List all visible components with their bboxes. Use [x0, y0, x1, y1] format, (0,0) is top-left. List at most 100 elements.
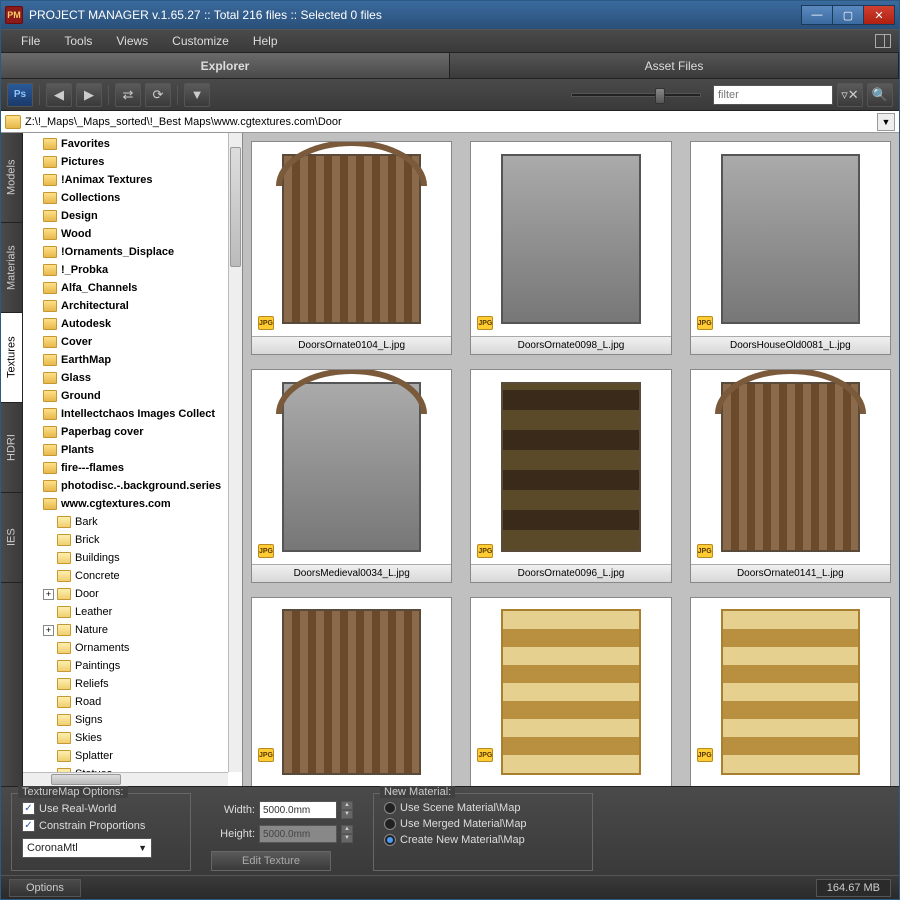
tree-item[interactable]: Intellectchaos Images Collect [27, 405, 228, 423]
tree-item[interactable]: Splatter [27, 747, 228, 765]
thumbnail-item[interactable]: JPGDoorsOrnate0104_L.jpg [251, 141, 452, 355]
tree-item[interactable]: Leather [27, 603, 228, 621]
filter-input[interactable] [713, 85, 833, 105]
expand-icon[interactable]: ⇄ [115, 83, 141, 107]
folder-tree: FavoritesPictures!Animax TexturesCollect… [23, 133, 243, 786]
tree-item[interactable]: !Animax Textures [27, 171, 228, 189]
tree-item[interactable]: Pictures [27, 153, 228, 171]
tree-item[interactable]: Ornaments [27, 639, 228, 657]
tree-item[interactable]: Cover [27, 333, 228, 351]
tab-asset-files[interactable]: Asset Files [450, 53, 899, 78]
photoshop-button[interactable]: Ps [7, 83, 33, 107]
tree-item[interactable]: Road [27, 693, 228, 711]
expand-icon[interactable]: + [43, 625, 54, 636]
tree-item[interactable]: Favorites [27, 135, 228, 153]
tree-item[interactable]: photodisc.-.background.series [27, 477, 228, 495]
tree-item[interactable]: Paintings [27, 657, 228, 675]
tree-item[interactable]: +Door [27, 585, 228, 603]
path-dropdown-icon[interactable]: ▼ [877, 113, 895, 131]
minimize-button[interactable]: — [801, 5, 833, 25]
filter-funnel-icon[interactable]: ▼ [184, 83, 210, 107]
constrain-proportions-checkbox[interactable]: ✓ [22, 819, 35, 832]
thumbnail-image [471, 598, 670, 786]
side-tab-textures[interactable]: Textures [1, 313, 22, 403]
folder-icon [43, 480, 57, 492]
edit-texture-button[interactable]: Edit Texture [211, 851, 331, 871]
back-button[interactable]: ◀ [46, 83, 72, 107]
menu-customize[interactable]: Customize [160, 32, 241, 50]
tree-item[interactable]: !Ornaments_Displace [27, 243, 228, 261]
tree-item[interactable]: Concrete [27, 567, 228, 585]
side-tab-materials[interactable]: Materials [1, 223, 22, 313]
menu-views[interactable]: Views [104, 32, 160, 50]
use-real-world-checkbox[interactable]: ✓ [22, 802, 35, 815]
panel-toggle-icon[interactable] [875, 34, 891, 48]
texturemap-legend: TextureMap Options: [18, 786, 128, 798]
thumbnail-item[interactable]: JPGDoorsOrnate0098_L.jpg [470, 141, 671, 355]
tree-item[interactable]: Plants [27, 441, 228, 459]
use-scene-radio[interactable] [384, 802, 396, 814]
tree-item[interactable]: !_Probka [27, 261, 228, 279]
thumbnail-item[interactable]: JPG [690, 597, 891, 786]
side-tab-hdri[interactable]: HDRI [1, 403, 22, 493]
tree-item[interactable]: Reliefs [27, 675, 228, 693]
tree-item[interactable]: Ground [27, 387, 228, 405]
side-tab-models[interactable]: Models [1, 133, 22, 223]
thumbnail-item[interactable]: JPGDoorsHouseOld0081_L.jpg [690, 141, 891, 355]
tree-item[interactable]: Design [27, 207, 228, 225]
tree-item[interactable]: Skies [27, 729, 228, 747]
thumbnail-size-slider[interactable] [571, 93, 701, 97]
tree-item[interactable]: EarthMap [27, 351, 228, 369]
forward-button[interactable]: ▶ [76, 83, 102, 107]
thumbnail-item[interactable]: JPG [251, 597, 452, 786]
tree-item[interactable]: +Nature [27, 621, 228, 639]
tree-item[interactable]: fire---flames [27, 459, 228, 477]
tree-item[interactable]: Autodesk [27, 315, 228, 333]
options-button[interactable]: Options [9, 879, 81, 897]
tree-item[interactable]: Buildings [27, 549, 228, 567]
titlebar: PM PROJECT MANAGER v.1.65.27 :: Total 21… [1, 1, 899, 29]
close-button[interactable]: ✕ [863, 5, 895, 25]
maximize-button[interactable]: ▢ [832, 5, 864, 25]
refresh-button[interactable]: ⟳ [145, 83, 171, 107]
tree-item[interactable]: Brick [27, 531, 228, 549]
jpg-badge-icon: JPG [477, 748, 493, 762]
search-icon[interactable]: 🔍 [867, 83, 893, 107]
tab-explorer[interactable]: Explorer [1, 53, 450, 78]
tree-item[interactable]: Wood [27, 225, 228, 243]
side-tab-ies[interactable]: IES [1, 493, 22, 583]
menu-file[interactable]: File [9, 32, 52, 50]
tree-item[interactable]: Signs [27, 711, 228, 729]
width-input[interactable] [259, 801, 337, 819]
use-merged-radio[interactable] [384, 818, 396, 830]
height-input[interactable] [259, 825, 337, 843]
material-type-combo[interactable]: CoronaMtl▼ [22, 838, 152, 858]
tree-item[interactable]: Bark [27, 513, 228, 531]
tree-item[interactable]: Collections [27, 189, 228, 207]
thumbnail-item[interactable]: JPGDoorsOrnate0096_L.jpg [470, 369, 671, 583]
pathbar: Z:\!_Maps\_Maps_sorted\!_Best Maps\www.c… [1, 111, 899, 133]
tree-vscrollbar[interactable] [228, 133, 242, 772]
expand-icon[interactable]: + [43, 589, 54, 600]
thumbnail-item[interactable]: JPGDoorsOrnate0141_L.jpg [690, 369, 891, 583]
window-title: PROJECT MANAGER v.1.65.27 :: Total 216 f… [29, 8, 802, 22]
tree-item[interactable]: Glass [27, 369, 228, 387]
filter-clear-icon[interactable]: ▿✕ [837, 83, 863, 107]
tree-item[interactable]: www.cgtextures.com [27, 495, 228, 513]
thumbnail-item[interactable]: JPGDoorsMedieval0034_L.jpg [251, 369, 452, 583]
width-spinner[interactable]: ▲▼ [341, 801, 353, 819]
menu-tools[interactable]: Tools [52, 32, 104, 50]
tree-hscrollbar[interactable] [23, 772, 228, 786]
menu-help[interactable]: Help [241, 32, 290, 50]
tree-item[interactable]: Paperbag cover [27, 423, 228, 441]
jpg-badge-icon: JPG [477, 544, 493, 558]
folder-icon [5, 115, 21, 129]
height-spinner[interactable]: ▲▼ [341, 825, 353, 843]
tree-item[interactable]: Alfa_Channels [27, 279, 228, 297]
create-new-radio[interactable] [384, 834, 396, 846]
thumbnail-item[interactable]: JPG [470, 597, 671, 786]
create-new-label: Create New Material\Map [400, 834, 525, 846]
folder-icon [57, 534, 71, 546]
tree-item[interactable]: Architectural [27, 297, 228, 315]
statusbar: Options 164.67 MB [1, 875, 899, 899]
